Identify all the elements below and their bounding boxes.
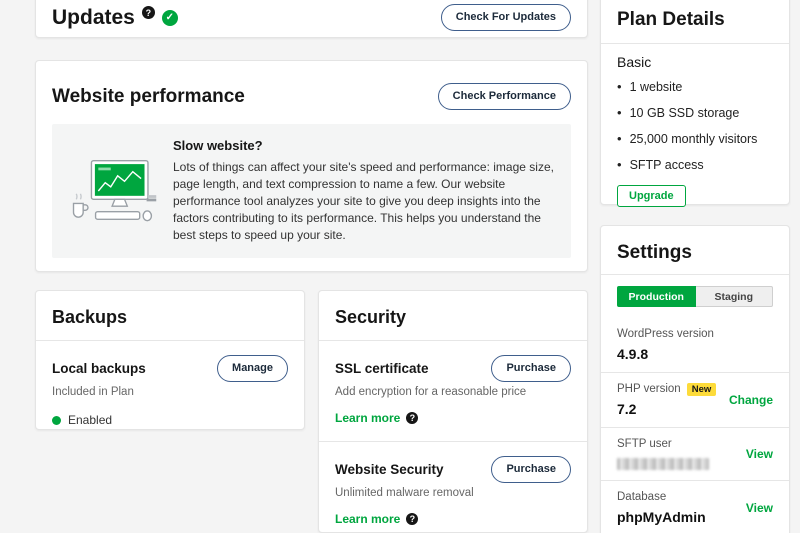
plan-feature: • 1 website [617, 74, 773, 100]
security-card: Security SSL certificate Purchase Add en… [318, 290, 588, 533]
new-badge: New [686, 382, 717, 396]
website-performance-card: Website performance Check Performance Sl… [35, 60, 588, 272]
backups-status: Enabled [52, 413, 288, 427]
settings-card: Settings Production Staging WordPress ve… [600, 225, 790, 533]
plan-details-title: Plan Details [617, 9, 725, 30]
php-version-row: PHP version New 7.2 Change [601, 373, 789, 427]
hosting-dashboard: Updates ? ✓ Check For Updates Website pe… [0, 0, 800, 533]
plan-feature: • 25,000 monthly visitors [617, 126, 773, 152]
computer-illustration [72, 159, 157, 222]
security-title: Security [335, 307, 407, 327]
ssl-subtitle: Add encryption for a reasonable price [335, 386, 527, 398]
plan-feature-label: 10 GB SSD storage [629, 106, 740, 120]
wordpress-version-value: 4.9.8 [617, 346, 649, 362]
website-security-learn-more-link[interactable]: Learn more ? [335, 512, 419, 526]
database-row: Database phpMyAdmin View [601, 481, 789, 533]
bullet-icon: • [617, 157, 622, 172]
bullet-icon: • [617, 105, 622, 120]
backups-status-label: Enabled [68, 413, 113, 427]
plan-feature-label: 25,000 monthly visitors [629, 132, 758, 146]
promo-heading: Slow website? [173, 138, 263, 153]
sftp-user-row: SFTP user View [601, 428, 789, 480]
plan-feature-label: SFTP access [629, 158, 704, 172]
purchase-website-security-button[interactable]: Purchase [491, 456, 571, 483]
check-for-updates-button[interactable]: Check For Updates [440, 4, 571, 31]
status-dot-icon [52, 415, 61, 425]
plan-feature-label: 1 website [629, 80, 683, 94]
upgrade-button[interactable]: Upgrade [617, 185, 686, 207]
website-security-subtitle: Unlimited malware removal [335, 487, 474, 499]
updates-help-icon[interactable]: ? [141, 6, 155, 19]
plan-details-card: Plan Details Basic • 1 website • 10 GB S… [600, 0, 790, 207]
learn-more-label: Learn more [335, 512, 401, 526]
plan-feature: • 10 GB SSD storage [617, 100, 773, 126]
performance-promo-panel: Slow website? Lots of things can affect … [52, 124, 571, 258]
php-change-link[interactable]: Change [729, 393, 773, 407]
ssl-certificate-label: SSL certificate [335, 361, 429, 376]
ssl-learn-more-link[interactable]: Learn more ? [335, 411, 419, 425]
environment-toggle: Production Staging [617, 286, 773, 307]
updates-success-icon: ✓ [161, 9, 178, 26]
purchase-ssl-button[interactable]: Purchase [491, 355, 571, 382]
divider [601, 274, 789, 275]
wordpress-version-label: WordPress version [617, 328, 714, 340]
learn-more-label: Learn more [335, 411, 401, 425]
bullet-icon: • [617, 79, 622, 94]
updates-card: Updates ? ✓ Check For Updates [35, 0, 588, 38]
local-backups-label: Local backups [52, 361, 146, 376]
check-performance-button[interactable]: Check Performance [437, 83, 571, 110]
manage-backups-button[interactable]: Manage [217, 355, 288, 382]
settings-title: Settings [617, 242, 692, 263]
performance-title: Website performance [52, 85, 245, 107]
plan-feature: • SFTP access [617, 152, 773, 178]
php-version-label: PHP version [617, 383, 681, 395]
backups-card: Backups Local backups Manage Included in… [35, 290, 305, 430]
tab-production[interactable]: Production [617, 286, 696, 307]
sftp-view-link[interactable]: View [746, 447, 773, 461]
tab-staging[interactable]: Staging [695, 286, 773, 307]
database-view-link[interactable]: View [746, 501, 773, 515]
promo-body: Lots of things can affect your site's sp… [173, 160, 554, 242]
help-icon[interactable]: ? [406, 513, 419, 525]
backups-subtitle: Included in Plan [52, 386, 134, 398]
backups-title: Backups [52, 307, 128, 327]
plan-name: Basic [617, 54, 652, 70]
updates-title: Updates [52, 5, 135, 29]
bullet-icon: • [617, 131, 622, 146]
sftp-user-redacted-value [617, 458, 709, 470]
wordpress-version-row: WordPress version 4.9.8 [601, 318, 789, 372]
help-icon[interactable]: ? [406, 412, 419, 424]
website-security-label: Website Security [335, 462, 444, 477]
